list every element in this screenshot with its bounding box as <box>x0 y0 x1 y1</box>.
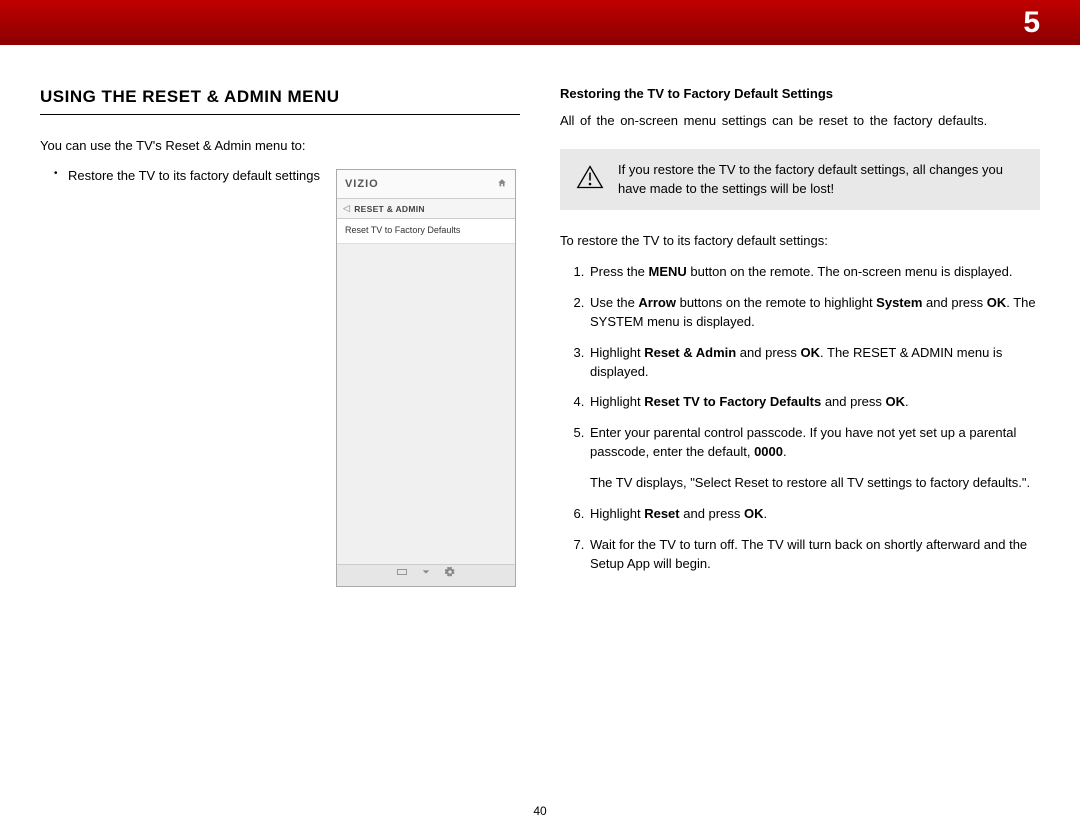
tv-menu-row: Reset TV to Factory Defaults <box>337 219 515 243</box>
tv-menu-header: VIZIO <box>337 170 515 199</box>
step-1: Press the MENU button on the remote. The… <box>588 263 1040 282</box>
step-5-extra: The TV displays, "Select Reset to restor… <box>590 474 1040 493</box>
step-3: Highlight Reset & Admin and press OK. Th… <box>588 344 1040 382</box>
chapter-banner: 5 <box>0 0 1080 45</box>
intro-text: You can use the TV's Reset & Admin menu … <box>40 137 520 156</box>
vizio-logo: VIZIO <box>345 177 379 193</box>
tv-menu-breadcrumb-label: RESET & ADMIN <box>354 203 425 215</box>
warning-text: If you restore the TV to the factory def… <box>618 161 1024 199</box>
right-subhead: Restoring the TV to Factory Default Sett… <box>560 85 1040 104</box>
tv-menu-breadcrumb: ◁ RESET & ADMIN <box>337 199 515 219</box>
tv-menu-footer <box>337 564 515 586</box>
bullet-list: Restore the TV to its factory default se… <box>40 167 320 194</box>
page-body: USING THE RESET & ADMIN MENU You can use… <box>0 45 1080 587</box>
tv-menu-mock: VIZIO ◁ RESET & ADMIN Reset TV to Factor… <box>336 169 516 586</box>
wide-icon <box>397 567 407 583</box>
warning-box: If you restore the TV to the factory def… <box>560 149 1040 211</box>
list-item: Restore the TV to its factory default se… <box>40 167 320 186</box>
step-2: Use the Arrow buttons on the remote to h… <box>588 294 1040 332</box>
section-heading: USING THE RESET & ADMIN MENU <box>40 85 520 115</box>
chevron-down-icon <box>421 567 431 583</box>
step-4: Highlight Reset TV to Factory Defaults a… <box>588 393 1040 412</box>
step-7: Wait for the TV to turn off. The TV will… <box>588 536 1040 574</box>
steps-list: Press the MENU button on the remote. The… <box>560 263 1040 573</box>
chevron-left-icon: ◁ <box>343 202 350 215</box>
right-para: All of the on-screen menu settings can b… <box>560 112 1040 131</box>
chapter-number: 5 <box>1023 1 1040 45</box>
step-6: Highlight Reset and press OK. <box>588 505 1040 524</box>
page-number: 40 <box>533 803 546 820</box>
step-5: Enter your parental control passcode. If… <box>588 424 1040 493</box>
tv-menu-body <box>337 244 515 564</box>
gear-icon <box>445 567 455 583</box>
left-content-wrap: Restore the TV to its factory default se… <box>40 167 520 586</box>
home-icon <box>497 178 507 194</box>
right-column: Restoring the TV to Factory Default Sett… <box>560 85 1040 587</box>
steps-lead: To restore the TV to its factory default… <box>560 232 1040 251</box>
warning-icon <box>576 164 604 196</box>
left-column: USING THE RESET & ADMIN MENU You can use… <box>40 85 520 587</box>
